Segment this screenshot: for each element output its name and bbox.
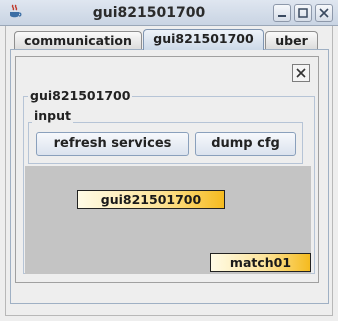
- graph-node-match01[interactable]: match01: [210, 253, 311, 272]
- close-icon: [319, 8, 329, 18]
- tab-gui821501700[interactable]: gui821501700: [143, 29, 264, 50]
- maximize-button[interactable]: [294, 4, 312, 22]
- tab-communication[interactable]: communication: [14, 31, 142, 49]
- maximize-icon: [298, 8, 308, 18]
- window-close-button[interactable]: [315, 4, 333, 22]
- refresh-services-button[interactable]: refresh services: [36, 132, 189, 156]
- tab-uber[interactable]: uber: [265, 31, 318, 49]
- window-title: gui821501700: [92, 5, 206, 21]
- close-icon: [296, 68, 306, 78]
- graph-node-gui821501700[interactable]: gui821501700: [77, 190, 225, 209]
- java-cup-icon: [7, 4, 23, 20]
- dump-cfg-button[interactable]: dump cfg: [195, 132, 296, 156]
- group-gui-title: gui821501700: [28, 88, 133, 104]
- panel-close-button[interactable]: [292, 64, 310, 82]
- group-input-title: input: [32, 108, 74, 124]
- minimize-icon: [278, 15, 286, 17]
- minimize-button[interactable]: [273, 4, 291, 22]
